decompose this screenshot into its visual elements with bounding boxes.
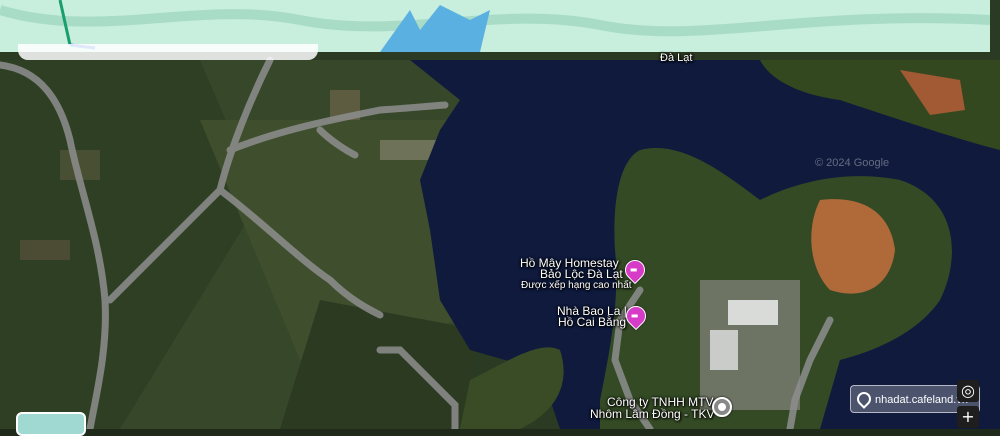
poi-title-line2: Hồ Cai Bằng: [558, 315, 627, 329]
plus-icon: +: [961, 407, 975, 426]
map-copyright: © 2024 Google: [815, 157, 890, 169]
location-pin-icon: [854, 389, 874, 409]
satellite-map[interactable]: [0, 0, 1000, 429]
place-icon[interactable]: [712, 397, 732, 417]
partial-place-label: Đà Lạt: [660, 52, 693, 64]
zoom-in-button[interactable]: +: [957, 406, 979, 428]
my-location-button[interactable]: ◎: [957, 380, 979, 402]
side-panel-edge: [18, 44, 318, 60]
locate-icon: ◎: [961, 381, 975, 400]
poi-subtitle: Được xếp hạng cao nhất: [521, 280, 632, 291]
layer-thumbnail[interactable]: [16, 412, 86, 436]
poi-title-line2: Nhôm Lâm Đồng - TKV: [590, 407, 715, 421]
watermark-text: nhadat.cafeland.vn: [875, 394, 968, 406]
